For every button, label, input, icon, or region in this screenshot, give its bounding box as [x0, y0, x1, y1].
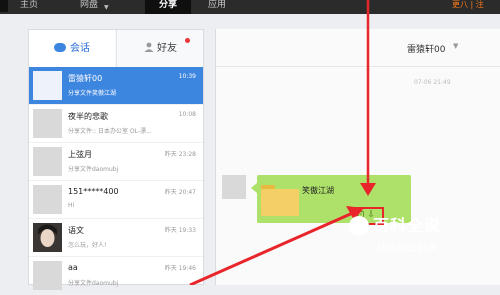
watermark: 百科全说 助你轻松解决	[349, 212, 469, 262]
arrow-diagonal-line	[189, 210, 356, 285]
arrow-down-head	[360, 183, 376, 196]
watermark-logo-icon	[349, 216, 369, 236]
watermark-title: 百科全说	[373, 216, 442, 235]
watermark-subtitle: 助你轻松解决	[377, 243, 437, 254]
